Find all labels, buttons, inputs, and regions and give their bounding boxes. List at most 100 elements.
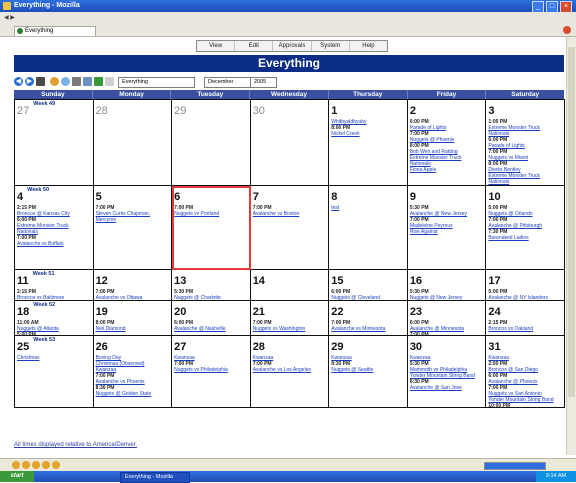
event-link[interactable]: Barenaked Ladies [488,235,562,241]
day-number[interactable]: 9 [410,191,416,203]
calendar-day-cell[interactable]: 8 test [329,186,408,270]
calendar-day-cell[interactable]: 9 5:30 PM Avalanche @ New Jersey 7:00 PM Mad… [407,186,487,270]
calendar-event[interactable]: 6:00 PM Avalanche @ Phoenix [488,373,562,385]
tab-close-icon[interactable] [563,26,571,34]
calendar-event[interactable]: 6:00 PM Parade of Lights [410,119,484,131]
calendar-event[interactable]: 6:00 PM Avalanche @ Nashville [174,320,248,332]
calendar-day-cell[interactable]: 25 Week 53 Christmas [15,336,94,408]
calendar-day-cell[interactable]: 236:00 PMAvalanche @ Minnesota7:00 PMNug… [407,301,487,336]
day-number[interactable]: 25 [17,341,29,353]
day-number[interactable]: 11 [17,275,29,287]
calendar-event[interactable]: 7:00 PM Avalanche vs Phoenix [96,373,170,385]
calendar-event[interactable]: 5:00 PM Nuggets @ Orlando [488,205,562,217]
day-number[interactable]: 1 [331,105,337,117]
calendar-day-cell[interactable]: 18Week 52 11:00 AM Nuggets @ Atlanta 5:00 P… [15,301,94,336]
calendar-day-cell[interactable]: 11Week 512:15 PMBroncos vs Baltimore7:30… [15,270,94,301]
calendar-day-cell[interactable]: 27 Week 49 [15,100,94,186]
event-link[interactable]: Rise Against [410,229,484,235]
calendar-event[interactable]: 10:00 PMSuper Diamond [488,403,562,407]
day-number[interactable]: 28 [96,105,108,117]
calendar-day-cell[interactable]: 27 Kwanzaa 7:00 PM Nuggets vs Philadelphia [172,336,251,408]
back-icon[interactable]: ◀ [4,15,9,21]
calendar-day-cell[interactable]: 14 [250,270,330,301]
calendar-event[interactable]: 5:30 PM Avalanche @ New Jersey [410,205,484,217]
calendar-day-cell[interactable]: 3 1:00 PM Extreme Monster Truck Nationals 6… [486,100,565,186]
calendar-event[interactable]: 8:30 PM Nuggets @ Golden State [96,385,170,397]
day-number[interactable]: 17 [488,275,500,287]
day-number[interactable]: 20 [174,306,186,318]
scrollbar-thumb[interactable] [568,47,575,397]
add-event-icon[interactable] [50,77,59,86]
event-link[interactable]: test [331,205,405,211]
day-number[interactable]: 22 [331,306,343,318]
event-link[interactable]: Steven Curtis Chapman, Mercyme [96,211,170,223]
start-button[interactable]: start [0,471,34,482]
calendar-event[interactable]: Extreme Monster Truck Nationals [410,155,484,167]
day-number[interactable]: 14 [253,275,265,287]
week-label[interactable]: Week 49 [33,101,55,107]
calendar-event[interactable]: 7:00 PM Nuggets vs Miami [488,149,562,161]
day-number[interactable]: 8 [331,191,337,203]
event-link[interactable]: Avalanche vs Boston [253,211,327,217]
forward-icon[interactable]: ▶ [10,15,15,21]
calendar-event[interactable]: 7:00 PM Avalanche @ Pittsburgh [488,217,562,229]
event-link[interactable]: Broncos vs Oakland [488,326,562,332]
calendar-event[interactable]: 6:30 PM Avalanche @ San Jose [410,379,484,391]
calendar-event[interactable]: 8:00 PM Neil Diamond [96,320,170,332]
calendar-event[interactable]: 6:00 PM Parade of Lights [488,137,562,149]
week-label[interactable]: Week 52 [33,302,55,308]
event-link[interactable]: Nuggets vs Washington [253,326,327,332]
status-icon[interactable] [42,461,50,469]
calendar-event[interactable]: 2:15 PM Broncos vs Baltimore [17,289,91,300]
event-link[interactable]: Avalanche vs Los Angeles [253,367,327,373]
day-number[interactable]: 27 [17,105,29,117]
calendar-day-cell[interactable]: 7 7:00 PM Avalanche vs Boston [250,186,330,270]
day-number[interactable]: 2 [410,105,416,117]
calendar-event[interactable]: test [331,205,405,211]
event-link[interactable]: Fiona Apple [410,167,484,173]
calendar-event[interactable]: 7:00 PM Nuggets @ Phoenix [410,131,484,143]
calendar-event[interactable]: 7:00 PM Nuggets vs Portland [174,205,248,217]
day-number[interactable]: 19 [96,306,108,318]
calendar-day-cell[interactable]: 22 7:00 PM Avalanche vs Minnesota [329,301,408,336]
calendar-event[interactable]: 2:15 PM Broncos @ Kansas City [17,205,91,217]
calendar-day-cell[interactable]: 28 [93,100,173,186]
calendar-day-cell[interactable]: 28 Kwanzaa 7:00 PM Avalanche vs Los Angeles [250,336,330,408]
calendar-event[interactable]: 7:00 PM Avalanche vs Minnesota [331,320,405,332]
calendar-day-cell[interactable]: 1 Whitbyaldbyuby 8:00 PM Nickel Creek [329,100,408,186]
calendar-day-cell[interactable]: 2 6:00 PM Parade of Lights 7:00 PM Nuggets @… [407,100,487,186]
calendar-event[interactable]: 2:00 PM Broncos @ San Diego [488,361,562,373]
calendar-event[interactable]: 7:00 PM Avalanche vs Buffalo [17,235,91,247]
prev-month-icon[interactable]: ◀ [14,77,23,86]
event-link[interactable]: Christmas [17,355,91,361]
event-link[interactable]: Nuggets @ Golden State [96,391,170,397]
calendar-event[interactable]: 8:00 PM Bob Weir and Ratdog [410,143,484,155]
calendar-day-cell[interactable]: 10 5:00 PM Nuggets @ Orlando 7:00 PM Avalanc… [486,186,565,270]
calendar-event[interactable]: 2:15 PM Broncos vs Oakland [488,320,562,332]
status-icon[interactable] [22,461,30,469]
status-icon[interactable] [52,461,60,469]
day-number[interactable]: 15 [331,275,343,287]
calendar-day-cell[interactable]: 12 7:00 PM Avalanche vs Ottawa [93,270,173,301]
calendar-event[interactable]: 1:00 PM Extreme Monster Truck Nationals [488,119,562,137]
print-icon[interactable] [72,77,81,86]
event-link[interactable]: Avalanche @ Nashville [174,326,248,332]
calendar-event[interactable]: 6:00 PM Nuggets @ Cleveland [331,289,405,300]
day-number[interactable]: 4 [17,191,23,203]
week-label[interactable]: Week 51 [33,271,55,277]
calendar-event[interactable]: 5:30 PM Nuggets @ New Jersey [410,289,484,300]
menu-system[interactable]: System [312,41,350,51]
event-link[interactable]: Nuggets vs Philadelphia [174,367,248,373]
calendar-event[interactable]: 8:30 PM Nuggets @ Seattle [331,361,405,373]
event-link[interactable]: Extreme Monster Truck Nationals [17,223,91,235]
menu-view[interactable]: View [197,41,236,51]
month-view-icon[interactable] [36,77,45,86]
day-view-icon[interactable] [83,77,92,86]
calendar-day-cell[interactable]: 29 [172,100,251,186]
timezone-note[interactable]: All times displayed relative to America/… [14,442,137,448]
day-number[interactable]: 18 [17,306,29,318]
day-number[interactable]: 23 [410,306,422,318]
event-link[interactable]: Nickel Creek [331,131,405,137]
calendar-event[interactable]: 7:00 PM Steven Curtis Chapman, Mercyme [96,205,170,223]
calendar-event[interactable]: 5:30 PM Nuggets @ Charlotte [174,289,248,300]
